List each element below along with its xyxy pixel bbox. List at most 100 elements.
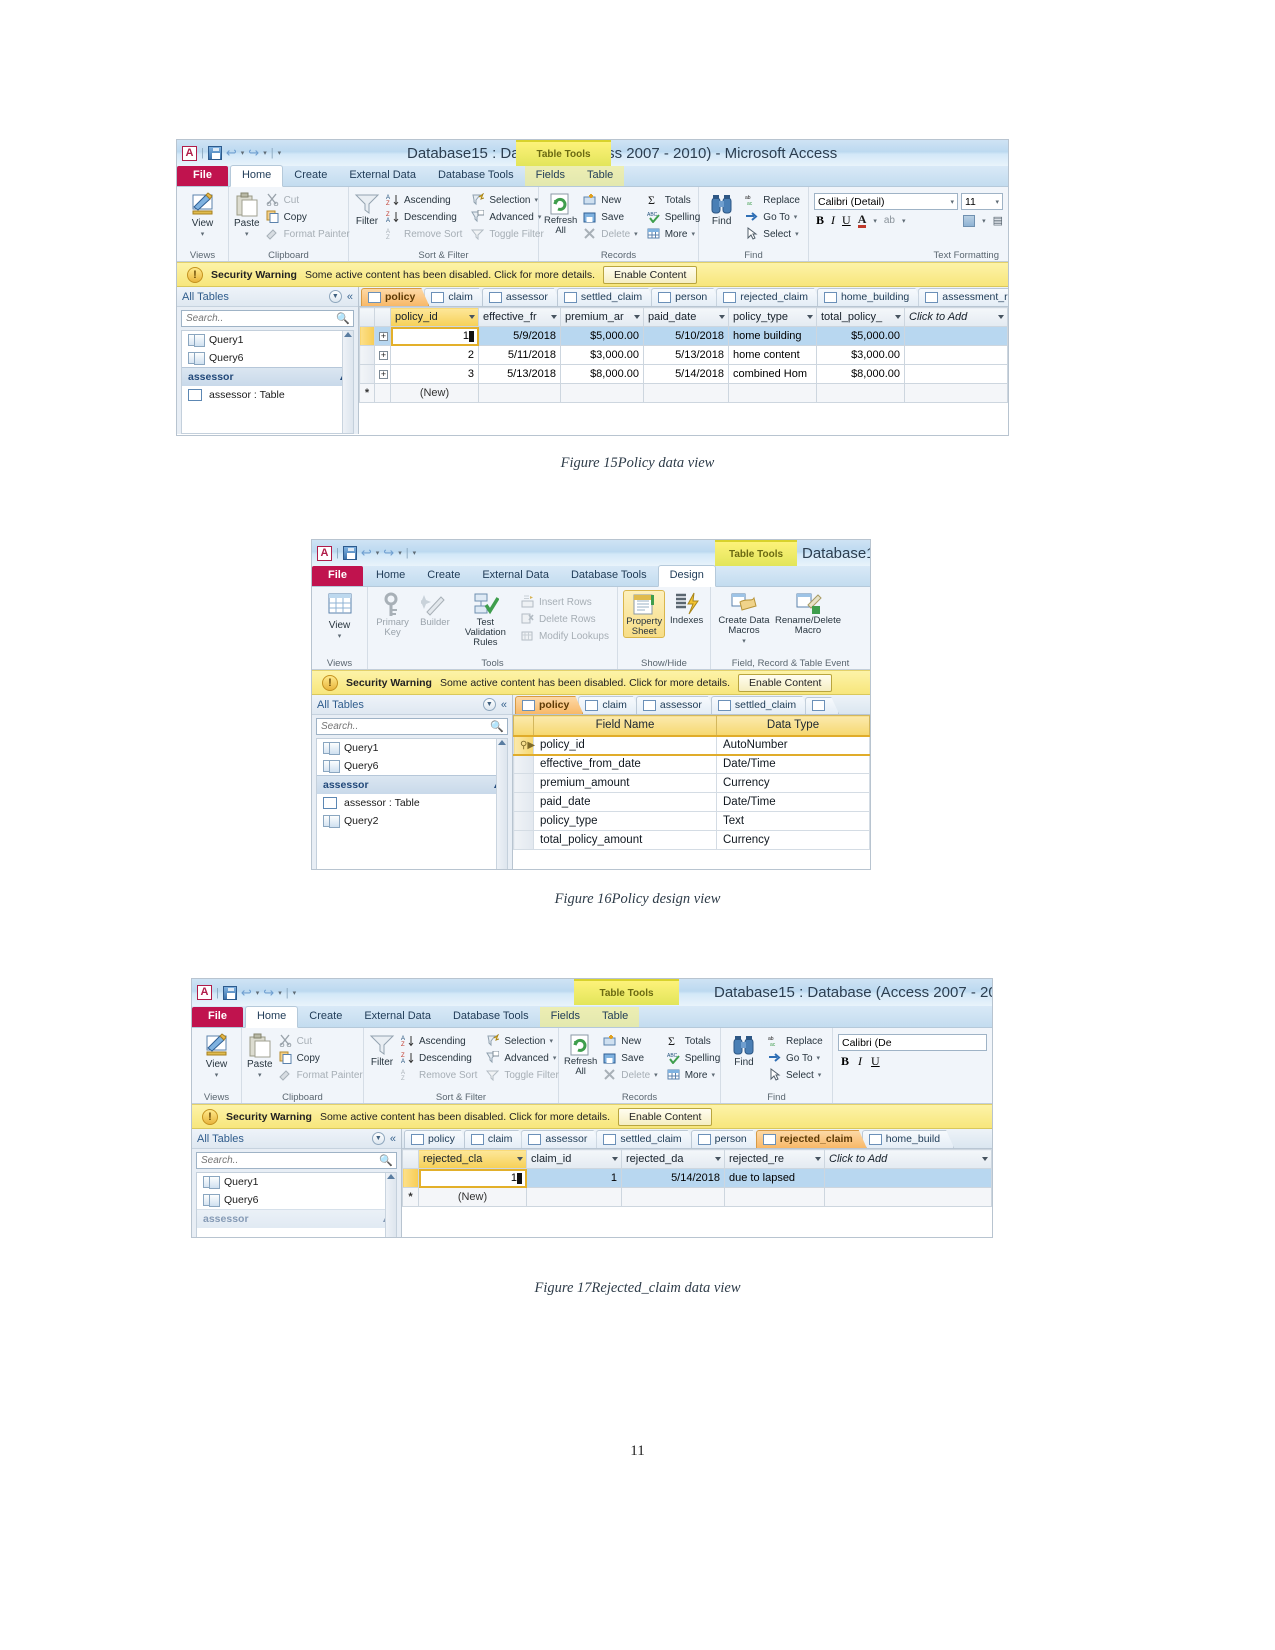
spelling-button[interactable]: ABC Spelling — [644, 209, 704, 225]
nav-item-query6[interactable]: Query6 — [317, 757, 507, 775]
doc-tab-policy[interactable]: policy — [361, 288, 429, 306]
access-logo-icon[interactable]: A — [197, 985, 212, 1000]
doc-tab-rejected-claim[interactable]: rejected_claim — [716, 288, 822, 306]
table-row[interactable]: effective_from_date Date/Time — [513, 754, 870, 774]
nav-object-list[interactable]: Query1 Query6 assessor ▲ assessor : Tabl… — [181, 330, 354, 434]
policy-datasheet[interactable]: policy_id effective_fr premium_ar paid_d… — [359, 307, 1008, 403]
descending-button[interactable]: ZA Descending — [383, 209, 465, 225]
property-sheet-button[interactable]: Property Sheet — [623, 590, 666, 638]
tab-file[interactable]: File — [312, 566, 363, 586]
nav-group-assessor[interactable]: assessor ▲ — [182, 367, 353, 386]
cell-premium[interactable]: $3,000.00 — [560, 345, 644, 365]
nav-search-input[interactable] — [182, 311, 337, 326]
enable-content-button[interactable]: Enable Content — [618, 1107, 713, 1126]
delete-dropdown-icon[interactable]: ▾ — [634, 228, 638, 241]
paste-button[interactable]: Paste ▾ — [247, 1031, 273, 1081]
ribbon-tab-row[interactable]: File Home Create External Data Database … — [177, 165, 1008, 187]
cell-effective-from[interactable]: 5/13/2018 — [478, 364, 561, 384]
more-button[interactable]: More ▾ — [664, 1067, 724, 1083]
cut-button[interactable]: Cut — [276, 1033, 366, 1049]
doc-tab-home-building[interactable]: home_building — [817, 288, 923, 306]
table-row[interactable]: + 3 5/13/2018 $8,000.00 5/14/2018 combin… — [359, 364, 1008, 384]
copy-button[interactable]: Copy — [276, 1050, 366, 1066]
cell-total[interactable]: $8,000.00 — [816, 364, 905, 384]
tab-home[interactable]: Home — [229, 165, 284, 187]
nav-search-box[interactable]: 🔍 — [181, 310, 354, 327]
filter-button[interactable]: Filter — [369, 1031, 395, 1068]
ascending-button[interactable]: AZ Ascending — [398, 1033, 480, 1049]
font-size-combobox[interactable]: 11 ▾ — [961, 193, 1003, 210]
doc-tab-settled-claim[interactable]: settled_claim — [557, 288, 656, 306]
cell-rejected-date[interactable]: 5/14/2018 — [621, 1168, 725, 1188]
doc-tab-settled-claim[interactable]: settled_claim — [711, 696, 810, 714]
selection-button[interactable]: Selection ▾ — [468, 192, 546, 208]
totals-button[interactable]: Σ Totals — [644, 192, 704, 208]
nav-item-query1[interactable]: Query1 — [197, 1173, 396, 1191]
document-tab-strip[interactable]: policy claim assessor settled_claim pers… — [402, 1129, 992, 1149]
table-row[interactable]: ⚲▶ policy_id AutoNumber — [513, 734, 870, 756]
row-selector[interactable] — [513, 792, 534, 812]
cell-claim-id[interactable]: 1 — [526, 1168, 622, 1188]
nav-pane-menu-icon[interactable]: ▼ — [482, 698, 496, 711]
nav-pane-collapse-icon[interactable]: « — [501, 699, 507, 711]
advanced-button[interactable]: Advanced ▾ — [483, 1050, 561, 1066]
cell-policy-id[interactable]: 3 — [390, 364, 479, 384]
row-selector[interactable] — [359, 326, 375, 346]
nav-search-input[interactable] — [317, 719, 491, 734]
refresh-all-button[interactable]: Refresh All — [544, 190, 577, 236]
tab-database-tools[interactable]: Database Tools — [427, 166, 525, 186]
italic-button[interactable]: I — [858, 1054, 862, 1069]
tab-create[interactable]: Create — [298, 1007, 353, 1027]
new-record-row[interactable]: * (New) — [402, 1187, 992, 1207]
nav-search-box[interactable]: 🔍 — [316, 718, 508, 735]
customize-qat-icon[interactable]: ▾ — [413, 549, 417, 557]
undo-icon[interactable]: ↩ — [226, 145, 237, 161]
tab-fields[interactable]: Fields — [524, 166, 576, 186]
doc-tab-claim[interactable]: claim — [424, 288, 487, 306]
font-color-dropdown-icon[interactable]: ▾ — [873, 217, 877, 225]
redo-icon[interactable]: ↪ — [383, 545, 394, 561]
save-icon[interactable] — [342, 546, 357, 560]
underline-button[interactable]: U — [842, 213, 851, 228]
customize-qat-icon[interactable]: ▾ — [278, 149, 282, 157]
view-button[interactable]: View ▾ — [182, 190, 223, 240]
nav-pane-collapse-icon[interactable]: « — [347, 291, 353, 303]
redo-icon[interactable]: ↪ — [248, 145, 259, 161]
tab-table[interactable]: Table — [575, 166, 625, 186]
descending-button[interactable]: ZA Descending — [398, 1050, 480, 1066]
nav-item-query1[interactable]: Query1 — [182, 331, 353, 349]
tab-external-data[interactable]: External Data — [471, 566, 560, 586]
highlight-dropdown-icon[interactable]: ▾ — [902, 217, 906, 225]
col-header-rejected-reason[interactable]: rejected_re — [724, 1149, 825, 1169]
row-selector[interactable] — [359, 364, 375, 384]
expand-cell[interactable]: + — [374, 364, 391, 384]
nav-group-assessor[interactable]: assessor ▲ — [197, 1209, 396, 1228]
undo-icon[interactable]: ↩ — [241, 985, 252, 1001]
nav-group-assessor[interactable]: assessor ▲ — [317, 775, 507, 794]
builder-button[interactable]: Builder — [417, 590, 453, 628]
doc-tab-home-building[interactable]: home_build — [862, 1130, 954, 1148]
advanced-button[interactable]: Advanced ▾ — [468, 209, 546, 225]
access-logo-icon[interactable]: A — [317, 545, 332, 561]
underline-button[interactable]: U — [871, 1054, 880, 1069]
cell-field-name[interactable]: total_policy_amount — [533, 830, 717, 850]
fill-color-button[interactable] — [963, 214, 976, 227]
cell-field-name[interactable]: premium_amount — [533, 773, 717, 793]
doc-tab-more[interactable] — [805, 697, 839, 714]
search-icon[interactable]: 🔍 — [490, 720, 507, 733]
nav-pane-menu-icon[interactable]: ▼ — [328, 290, 342, 303]
nav-pane-menu-icon[interactable]: ▼ — [371, 1132, 385, 1145]
doc-tab-assessor[interactable]: assessor — [482, 288, 562, 306]
format-painter-button[interactable]: Format Painter — [276, 1067, 366, 1083]
nav-item-query6[interactable]: Query6 — [197, 1191, 396, 1209]
cell-paid-date[interactable]: 5/14/2018 — [643, 364, 729, 384]
delete-record-button[interactable]: Delete ▾ — [600, 1067, 660, 1083]
select-dropdown-icon[interactable]: ▾ — [795, 228, 799, 241]
font-name-combobox[interactable]: Calibri (Detail) ▾ — [814, 193, 958, 210]
primary-key-button[interactable]: Primary Key — [373, 590, 412, 638]
font-name-dropdown-icon[interactable]: ▾ — [950, 198, 954, 206]
replace-button[interactable]: ab ac Replace — [765, 1033, 826, 1049]
row-selector[interactable] — [513, 811, 534, 831]
cell-field-name[interactable]: policy_type — [533, 811, 717, 831]
insert-rows-button[interactable]: Insert Rows — [518, 594, 612, 610]
